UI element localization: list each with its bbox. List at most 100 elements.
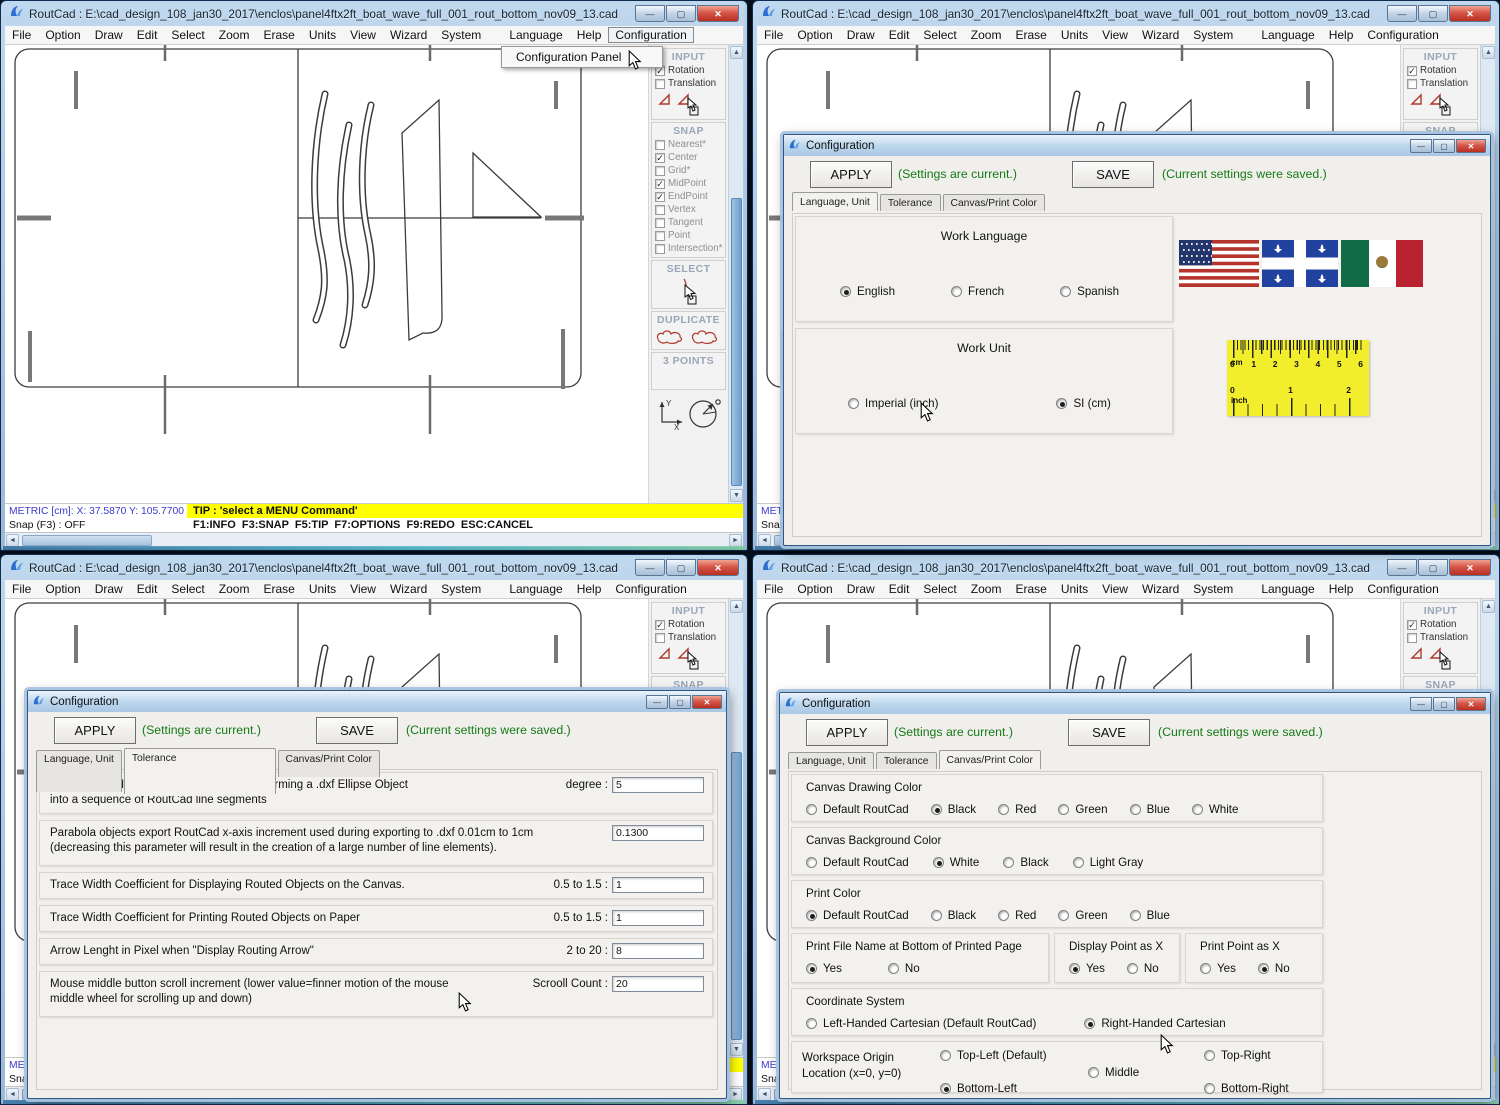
titlebar[interactable]: RoutCad : E:\cad_design_108_jan30_2017\e… — [1, 555, 747, 580]
checkbox[interactable] — [655, 79, 665, 89]
dialog-close-button[interactable]: ✕ — [692, 695, 722, 709]
menu-item[interactable]: File — [757, 27, 790, 43]
checkbox[interactable] — [655, 153, 665, 163]
menu-item[interactable]: Select — [164, 27, 211, 43]
menu-item[interactable]: Units — [302, 27, 343, 43]
radio-button[interactable] — [951, 286, 962, 297]
minimize-button[interactable]: — — [1387, 5, 1417, 22]
radio-button[interactable] — [888, 963, 899, 974]
origin-radio-option[interactable]: Middle — [1088, 1066, 1139, 1079]
input-mode-checkbox-row[interactable]: Translation — [655, 632, 724, 643]
apply-button[interactable]: APPLY — [810, 161, 892, 188]
setting-value-input[interactable]: 1 — [612, 877, 704, 893]
menu-item[interactable]: Language — [1254, 581, 1321, 597]
dialog-tab[interactable]: Tolerance — [876, 752, 937, 769]
radio-button[interactable] — [1258, 963, 1269, 974]
menu-item[interactable]: View — [343, 27, 383, 43]
scroll-right-icon[interactable]: ► — [729, 1088, 742, 1101]
menu-item[interactable]: File — [757, 581, 790, 597]
menu-item[interactable]: Erase — [1008, 27, 1053, 43]
menu-item[interactable]: Language — [502, 27, 569, 43]
checkbox[interactable] — [655, 620, 665, 630]
radio-button[interactable] — [806, 1018, 817, 1029]
dialog-tab[interactable]: Language, Unit — [792, 192, 878, 211]
vertical-scroll-thumb[interactable] — [731, 752, 742, 1040]
color-radio-option[interactable]: Green — [1058, 909, 1107, 922]
radio-button[interactable] — [848, 398, 859, 409]
scroll-left-icon[interactable]: ◄ — [6, 1088, 19, 1101]
radio-button[interactable] — [1058, 804, 1069, 815]
menu-item[interactable]: Draw — [88, 581, 130, 597]
dialog-tab[interactable]: Canvas/Print Color — [278, 750, 380, 777]
scroll-up-icon[interactable]: ▲ — [1482, 600, 1495, 613]
menu-item[interactable]: Configuration — [608, 27, 693, 43]
radio-button[interactable] — [1192, 804, 1203, 815]
checkbox[interactable] — [655, 166, 665, 176]
menu-item[interactable]: Option — [38, 27, 87, 43]
radio-button[interactable] — [1204, 1083, 1215, 1094]
radio-button[interactable] — [840, 286, 851, 297]
menu-item[interactable]: Edit — [882, 27, 917, 43]
color-radio-option[interactable]: White — [933, 856, 980, 869]
setting-value-input[interactable]: 1 — [612, 910, 704, 926]
menu-item[interactable]: Draw — [88, 27, 130, 43]
menu-item[interactable]: Option — [38, 581, 87, 597]
dialog-minimize-button[interactable]: — — [1410, 139, 1432, 153]
menu-item[interactable]: Zoom — [212, 27, 257, 43]
scroll-left-icon[interactable]: ◄ — [758, 534, 771, 547]
dialog-titlebar[interactable]: Configuration — ▢ ✕ — [28, 691, 726, 712]
color-radio-option[interactable]: Green — [1058, 803, 1107, 816]
snap-checkbox-row[interactable]: Vertex — [655, 204, 724, 215]
input-mode-checkbox-row[interactable]: Translation — [1407, 632, 1476, 643]
translation-tool-icon[interactable] — [1428, 92, 1454, 116]
radio-button[interactable] — [1200, 963, 1211, 974]
color-radio-option[interactable]: White — [1192, 803, 1239, 816]
setting-value-input[interactable]: 0.1300 — [612, 825, 704, 841]
color-radio-option[interactable]: Black — [931, 909, 976, 922]
checkbox[interactable] — [655, 633, 665, 643]
dialog-maximize-button[interactable]: ▢ — [669, 695, 691, 709]
menu-item[interactable]: Configuration — [1360, 27, 1445, 43]
menu-item[interactable]: Zoom — [212, 581, 257, 597]
setting-value-input[interactable]: 5 — [612, 777, 704, 793]
radio-button[interactable] — [931, 910, 942, 921]
checkbox[interactable] — [655, 205, 665, 215]
dialog-maximize-button[interactable]: ▢ — [1433, 139, 1455, 153]
dialog-tab[interactable]: Tolerance — [124, 748, 276, 794]
radio-button[interactable] — [1056, 398, 1067, 409]
radio-button[interactable] — [806, 857, 817, 868]
menu-item[interactable]: Wizard — [383, 581, 434, 597]
radio-button[interactable] — [806, 910, 817, 921]
drawing-canvas[interactable] — [5, 45, 648, 503]
scroll-left-icon[interactable]: ◄ — [6, 534, 19, 547]
horizontal-scroll-thumb[interactable] — [22, 535, 152, 546]
radio-button[interactable] — [940, 1083, 951, 1094]
menu-item[interactable]: Help — [570, 581, 609, 597]
radio-button[interactable] — [931, 804, 942, 815]
radio-button[interactable] — [1088, 1067, 1099, 1078]
color-radio-option[interactable]: Black — [1003, 856, 1048, 869]
color-radio-option[interactable]: Red — [998, 909, 1036, 922]
dialog-titlebar[interactable]: Configuration — ▢ ✕ — [780, 693, 1490, 714]
color-radio-option[interactable]: Light Gray — [1073, 856, 1144, 869]
origin-radio-option[interactable]: Bottom-Left — [940, 1082, 1017, 1095]
checkbox[interactable] — [655, 192, 665, 202]
menu-item[interactable]: System — [1186, 581, 1240, 597]
menu-item[interactable]: Erase — [256, 27, 301, 43]
save-button[interactable]: SAVE — [1072, 161, 1154, 188]
menu-item[interactable]: Zoom — [964, 581, 1009, 597]
maximize-button[interactable]: ▢ — [666, 559, 696, 576]
vertical-scrollbar[interactable]: ▲ ▼ — [728, 45, 743, 503]
rotation-tool-icon[interactable] — [1409, 646, 1424, 661]
menu-item[interactable]: Units — [1054, 581, 1095, 597]
rotation-tool-icon[interactable] — [657, 92, 672, 107]
menu-item[interactable]: Help — [1322, 581, 1361, 597]
radio-button[interactable] — [1003, 857, 1014, 868]
language-radio-option[interactable]: English — [840, 285, 895, 298]
close-button[interactable]: ✕ — [697, 559, 739, 576]
input-mode-checkbox-row[interactable]: Rotation — [1407, 65, 1476, 76]
menu-item[interactable]: Draw — [840, 581, 882, 597]
radio-button[interactable] — [940, 1050, 951, 1061]
menu-item[interactable]: Zoom — [964, 27, 1009, 43]
snap-checkbox-row[interactable]: Point — [655, 230, 724, 241]
